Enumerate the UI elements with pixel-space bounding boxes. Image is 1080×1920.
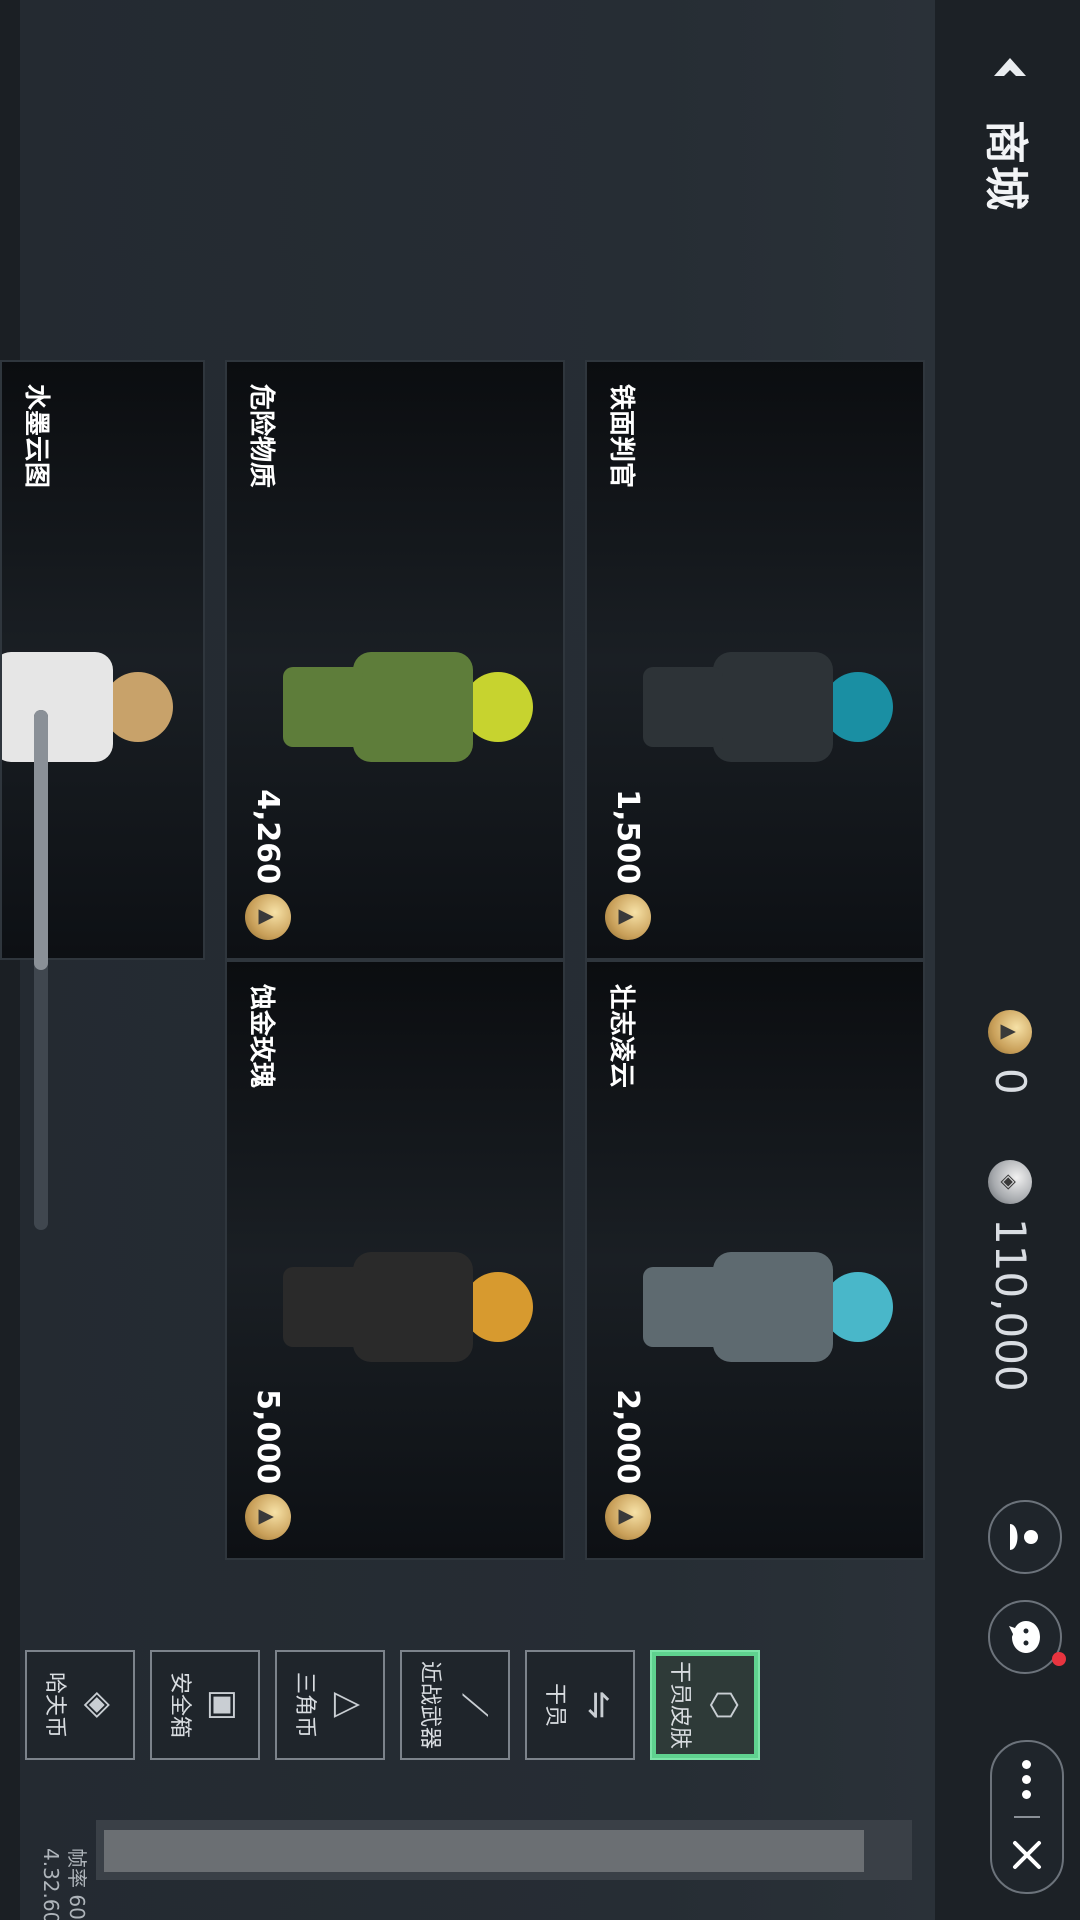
more-button[interactable] bbox=[1022, 1742, 1032, 1816]
product-price: 1,500 ▲ bbox=[605, 789, 651, 940]
loading-progress-fill bbox=[104, 1830, 864, 1872]
triangle-coin-icon: ▲ bbox=[605, 894, 651, 940]
category-tab-4[interactable]: ⇋ 干员 bbox=[525, 1650, 635, 1760]
operator-figure bbox=[643, 1212, 893, 1392]
currency-haf: ◈ 110,000 bbox=[986, 1160, 1035, 1392]
scrollbar[interactable] bbox=[34, 710, 48, 1230]
knife-icon: ⟋ bbox=[454, 1693, 494, 1717]
triangle-coin-icon: ▲ bbox=[605, 1494, 651, 1540]
price-value: 1,500 bbox=[610, 789, 646, 884]
chat-bubble-icon bbox=[1009, 1621, 1040, 1653]
mini-program-capsule bbox=[990, 1740, 1064, 1894]
profile-button[interactable] bbox=[988, 1500, 1062, 1574]
product-name: 铁面判官 bbox=[606, 384, 636, 489]
operator-head bbox=[103, 672, 173, 742]
category-tab-0[interactable]: ◈ 哈夫币 bbox=[25, 1650, 135, 1760]
close-button[interactable] bbox=[1010, 1818, 1044, 1892]
product-name: 水墨云图 bbox=[21, 384, 51, 489]
product-name: 蚀金玫瑰 bbox=[246, 984, 276, 1089]
operator-head bbox=[463, 672, 533, 742]
category-label: 近战武器 bbox=[417, 1660, 442, 1749]
product-price: 4,260 ▲ bbox=[245, 789, 291, 940]
haf-coin-icon: ◈ bbox=[79, 1691, 119, 1719]
back-arrow-icon[interactable] bbox=[975, 40, 1045, 100]
triangle-coin-icon: △ bbox=[329, 1691, 369, 1719]
triangle-coin-icon: ▲ bbox=[245, 894, 291, 940]
operator-icon: ⇋ bbox=[579, 1690, 619, 1720]
triangle-coin-icon: ▲ bbox=[245, 1494, 291, 1540]
operator-figure bbox=[283, 1212, 533, 1392]
product-price: 2,000 ▲ bbox=[605, 1389, 651, 1540]
product-card[interactable]: 危险物质 4,260 ▲ bbox=[225, 360, 565, 960]
operator-figure bbox=[643, 612, 893, 792]
operator-skin-icon: ⬡ bbox=[704, 1690, 744, 1720]
scrollbar-thumb[interactable] bbox=[34, 710, 48, 970]
operator-figure bbox=[0, 612, 173, 792]
product-card[interactable]: 壮志凌云 2,000 ▲ bbox=[585, 960, 925, 1560]
product-card[interactable]: 水墨云图 bbox=[0, 360, 205, 960]
product-card[interactable]: 铁面判官 1,500 ▲ bbox=[585, 360, 925, 960]
operator-legs bbox=[0, 667, 3, 747]
person-icon bbox=[1010, 1524, 1038, 1550]
game-scene: 商城 ▲ 0 ◈ 110,000 帧率 60 4.32.60b204 铁面判官 … bbox=[0, 0, 1080, 1920]
category-label: 安全箱 bbox=[167, 1671, 192, 1738]
category-tab-1[interactable]: ▣ 安全箱 bbox=[150, 1650, 260, 1760]
product-name: 危险物质 bbox=[246, 384, 276, 489]
operator-legs bbox=[643, 1267, 723, 1347]
operator-legs bbox=[283, 667, 363, 747]
operator-body bbox=[0, 652, 113, 762]
close-icon bbox=[1013, 1841, 1041, 1869]
operator-head bbox=[823, 1272, 893, 1342]
category-label: 哈夫币 bbox=[42, 1671, 67, 1738]
product-price: 5,000 ▲ bbox=[245, 1389, 291, 1540]
operator-figure bbox=[283, 612, 533, 792]
more-dots-icon bbox=[1022, 1759, 1032, 1799]
operator-legs bbox=[643, 667, 723, 747]
triangle-coin-balance: 0 bbox=[986, 1068, 1035, 1095]
notification-dot bbox=[1052, 1652, 1066, 1666]
operator-head bbox=[463, 1272, 533, 1342]
debug-info: 帧率 60 4.32.60b204 bbox=[38, 1848, 90, 1920]
operator-body bbox=[713, 1252, 833, 1362]
triangle-coin-icon: ▲ bbox=[988, 1010, 1033, 1054]
safe-box-icon: ▣ bbox=[204, 1688, 244, 1722]
operator-head bbox=[823, 672, 893, 742]
operator-body bbox=[353, 652, 473, 762]
version-label: 4.32.60b204 bbox=[39, 1848, 63, 1920]
operator-legs bbox=[283, 1267, 363, 1347]
category-tab-3[interactable]: ⟋ 近战武器 bbox=[400, 1650, 510, 1760]
loading-progress-bar bbox=[96, 1820, 912, 1880]
chat-button[interactable] bbox=[988, 1600, 1066, 1674]
page-title: 商城 bbox=[980, 120, 1031, 212]
operator-body bbox=[713, 652, 833, 762]
currency-triangle: ▲ 0 bbox=[986, 1010, 1035, 1095]
bottom-edge bbox=[0, 0, 20, 1920]
haf-coin-balance: 110,000 bbox=[986, 1218, 1035, 1392]
category-tab-2[interactable]: △ 三角币 bbox=[275, 1650, 385, 1760]
category-label: 三角币 bbox=[292, 1671, 317, 1738]
category-tab-5[interactable]: ⬡ 干员皮肤 bbox=[650, 1650, 760, 1760]
price-value: 5,000 bbox=[250, 1389, 286, 1484]
price-value: 4,260 bbox=[250, 789, 286, 884]
haf-coin-icon: ◈ bbox=[988, 1160, 1033, 1204]
operator-body bbox=[353, 1252, 473, 1362]
category-label: 干员皮肤 bbox=[667, 1660, 692, 1749]
fps-label: 帧率 60 bbox=[65, 1848, 89, 1920]
product-name: 壮志凌云 bbox=[606, 984, 636, 1089]
category-label: 干员 bbox=[542, 1682, 567, 1727]
product-card[interactable]: 蚀金玫瑰 5,000 ▲ bbox=[225, 960, 565, 1560]
price-value: 2,000 bbox=[610, 1389, 646, 1484]
